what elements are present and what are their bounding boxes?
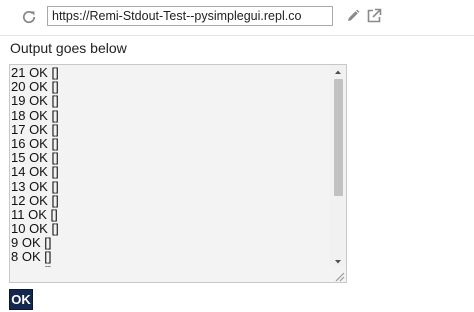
address-bar (0, 0, 474, 36)
output-line: 15 OK [] (11, 150, 59, 166)
app-window: Output goes below 21 OK []20 OK []19 OK … (0, 0, 474, 312)
output-lines: 21 OK [] 20 OK [] 19 OK [] 18 OK [] 17 OK []… (11, 65, 329, 282)
output-line: 18 OK [] (11, 107, 59, 123)
scroll-up-arrow-icon[interactable] (330, 65, 346, 77)
output-line: 10 OK [] (11, 221, 59, 237)
output-line: 20 OK [] (11, 79, 59, 95)
output-label: Output goes below (10, 40, 127, 56)
scroll-down-arrow-icon[interactable] (330, 255, 346, 267)
pencil-icon[interactable] (346, 9, 360, 23)
output-line: 19 OK [] (11, 93, 59, 109)
output-line: 14 OK [] (11, 164, 59, 180)
output-line: 13 OK [] (11, 178, 59, 194)
output-line: 17 OK [] (11, 121, 59, 137)
output-line: 21 OK [] (11, 65, 59, 80)
output-line: 11 OK [] (11, 206, 58, 222)
reload-icon[interactable] (20, 8, 38, 26)
vertical-scrollbar[interactable] (330, 65, 346, 267)
scrollbar-thumb[interactable] (334, 79, 343, 196)
horizontal-scroll-area (10, 267, 346, 282)
output-line: 9 OK [] (11, 235, 52, 251)
url-input[interactable] (47, 6, 333, 26)
open-in-new-window-icon[interactable] (366, 8, 382, 24)
output-textarea[interactable]: 21 OK [] 20 OK [] 19 OK [] 18 OK [] 17 OK []… (9, 64, 347, 283)
ok-button[interactable]: OK (9, 289, 33, 310)
output-line: 16 OK [] (11, 135, 59, 151)
output-line: 8 OK [] (11, 249, 52, 265)
output-line: 12 OK [] (11, 192, 59, 208)
resize-grip-icon[interactable] (333, 269, 345, 282)
